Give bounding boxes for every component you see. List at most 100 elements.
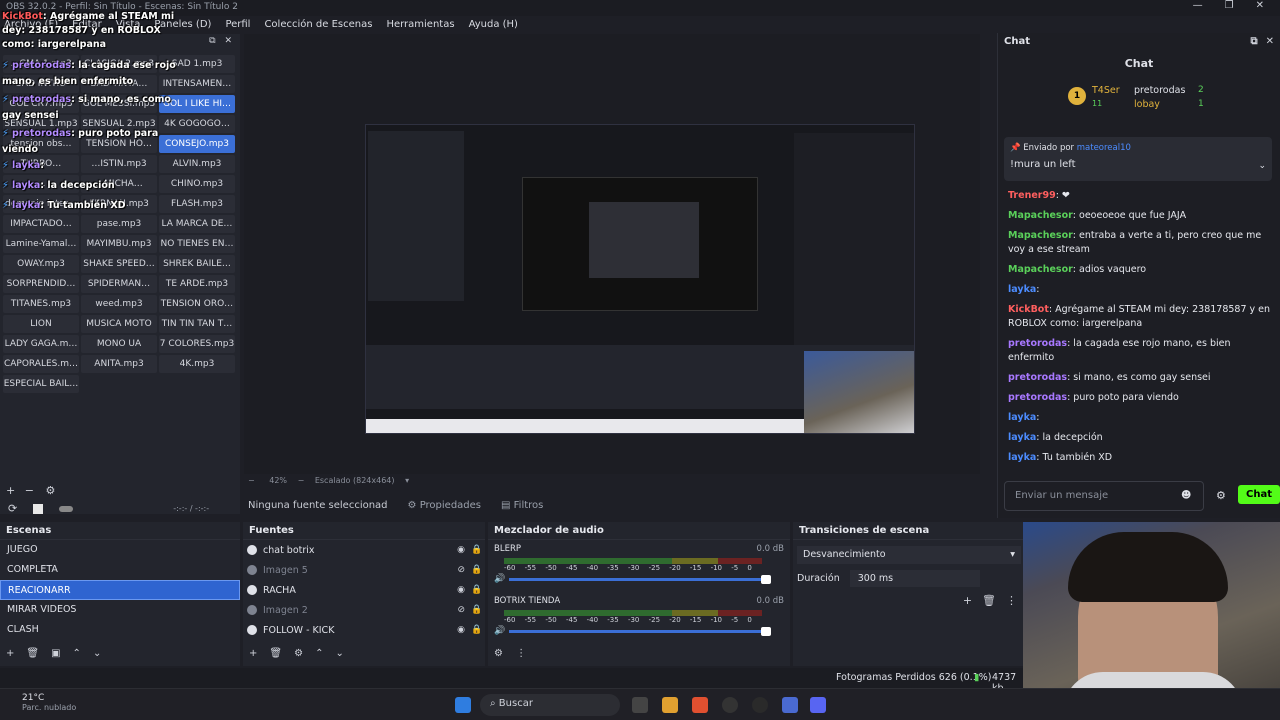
lock-icon[interactable]: 🔒 <box>471 605 485 615</box>
soundboard-button[interactable]: NO TIENES EN… <box>159 235 235 253</box>
chat-username[interactable]: Mapachesor <box>1008 210 1073 221</box>
gear-icon[interactable]: ⚙ <box>294 648 303 659</box>
refresh-icon[interactable]: ⟳ <box>8 502 17 515</box>
source-item[interactable]: RACHA ◉ 🔒 <box>243 580 485 600</box>
add-icon[interactable]: + <box>963 594 972 607</box>
chat-username[interactable]: layka <box>1008 432 1036 443</box>
soundboard-button[interactable]: Lamine-Yamal… <box>3 235 79 253</box>
chevron-up-icon[interactable]: ⌃ <box>315 648 323 659</box>
scene-item[interactable]: JUEGO <box>0 540 240 560</box>
lock-icon[interactable]: 🔒 <box>471 585 485 595</box>
chevron-down-icon[interactable]: ⌄ <box>1258 161 1266 171</box>
duration-input[interactable]: 300 ms <box>849 570 980 587</box>
soundboard-button[interactable]: LADY GAGA.m… <box>3 335 79 353</box>
source-item[interactable]: Imagen 5 ⊘ 🔒 <box>243 560 485 580</box>
soundboard-button[interactable]: TIN TIN TAN T… <box>159 315 235 333</box>
scaled-label[interactable]: Escalado (824x464) <box>315 476 395 485</box>
add-icon[interactable]: + <box>6 648 14 659</box>
slider-handle[interactable] <box>761 626 772 636</box>
gear-icon[interactable]: ⚙ <box>494 648 503 659</box>
soundboard-button[interactable]: CAPORALES.m… <box>3 355 79 373</box>
stop-icon[interactable] <box>33 503 44 514</box>
trash-icon[interactable]: 🗑 <box>26 648 39 659</box>
volume-slider[interactable] <box>509 574 772 584</box>
close-button[interactable]: ✕ <box>1256 0 1264 11</box>
soundboard-button[interactable]: ESPECIAL BAIL… <box>3 375 79 393</box>
soundboard-button[interactable]: MAYIMBU.mp3 <box>81 235 157 253</box>
chat-username[interactable]: Mapachesor <box>1008 230 1073 241</box>
soundboard-button[interactable]: MUSICA MOTO <box>81 315 157 333</box>
visibility-icon[interactable]: ◉ <box>457 545 465 555</box>
soundboard-button[interactable]: LION <box>3 315 79 333</box>
transition-select[interactable]: Desvanecimiento ▾ <box>797 546 1021 564</box>
lock-icon[interactable]: 🔒 <box>471 625 485 635</box>
trash-icon[interactable]: 🗑 <box>982 594 996 607</box>
filters-button[interactable]: ▤ Filtros <box>501 500 543 511</box>
chat-input[interactable]: Enviar un mensaje <box>1004 481 1204 511</box>
trash-icon[interactable]: 🗑 <box>269 648 282 659</box>
filter-icon[interactable]: ▣ <box>51 648 60 659</box>
zoom-out-icon[interactable]: − <box>298 476 305 485</box>
search-box[interactable]: ⌕ Buscar <box>480 694 620 716</box>
soundboard-button[interactable]: 7 COLORES.mp3 <box>159 335 235 353</box>
app-icon[interactable] <box>782 697 798 713</box>
scene-item[interactable]: CLASH <box>0 620 240 640</box>
soundboard-button[interactable]: SPIDERMAN… <box>81 275 157 293</box>
scene-item[interactable]: MIRAR VIDEOS <box>0 600 240 620</box>
pinned-message[interactable]: 📌 Enviado por mateoreal10 !mura un left … <box>1004 137 1272 181</box>
soundboard-button[interactable]: TENSION ORO… <box>159 295 235 313</box>
menu-tools[interactable]: Herramientas <box>386 19 454 30</box>
visibility-icon[interactable]: ◉ <box>457 625 465 635</box>
menu-scene-collection[interactable]: Colección de Escenas <box>264 19 372 30</box>
chat-username[interactable]: pretorodas <box>1008 392 1067 403</box>
preview-canvas[interactable] <box>365 124 915 434</box>
maximize-button[interactable]: ❐ <box>1225 0 1234 11</box>
soundboard-button[interactable]: 4K.mp3 <box>159 355 235 373</box>
windows-start-icon[interactable] <box>455 697 471 713</box>
chevron-down-icon[interactable]: ▾ <box>405 476 409 485</box>
add-icon[interactable]: + <box>6 484 15 497</box>
emoji-icon[interactable]: ☻ <box>1181 490 1191 501</box>
soundboard-button[interactable]: weed.mp3 <box>81 295 157 313</box>
soundboard-button[interactable]: MONO UA <box>81 335 157 353</box>
chat-username[interactable]: KickBot <box>1008 304 1049 315</box>
visibility-icon[interactable]: ◉ <box>457 585 465 595</box>
chat-username[interactable]: pretorodas <box>1008 338 1067 349</box>
chevron-down-icon[interactable]: ⌄ <box>335 648 343 659</box>
chat-username[interactable]: Mapachesor <box>1008 264 1073 275</box>
scene-item[interactable]: REACIONARR <box>0 580 240 600</box>
minimize-button[interactable]: — <box>1193 0 1203 11</box>
soundboard-button[interactable]: ANITA.mp3 <box>81 355 157 373</box>
properties-button[interactable]: ⚙ Propiedades <box>408 500 481 511</box>
soundboard-button[interactable]: SHAKE SPEED… <box>81 255 157 273</box>
discord-icon[interactable] <box>810 697 826 713</box>
soundboard-button[interactable]: TITANES.mp3 <box>3 295 79 313</box>
speaker-icon[interactable]: 🔊 <box>494 574 505 584</box>
close-dock-icon[interactable]: ✕ <box>1266 36 1274 48</box>
file-explorer-icon[interactable] <box>662 697 678 713</box>
chat-username[interactable]: layka <box>1008 412 1036 423</box>
scene-item[interactable]: COMPLETA <box>0 560 240 580</box>
toggle-icon[interactable] <box>59 505 74 512</box>
more-icon[interactable]: ⋮ <box>1006 594 1017 607</box>
chat-username[interactable]: pretorodas <box>1008 372 1067 383</box>
visibility-icon[interactable]: ⊘ <box>457 565 465 575</box>
soundboard-button[interactable]: TE ARDE.mp3 <box>159 275 235 293</box>
chat-username[interactable]: layka <box>1008 284 1036 295</box>
xbox-icon[interactable] <box>752 697 768 713</box>
source-item[interactable]: chat botrix ◉ 🔒 <box>243 540 485 560</box>
slider-handle[interactable] <box>761 574 772 584</box>
soundboard-button[interactable]: SORPRENDID… <box>3 275 79 293</box>
chevron-down-icon[interactable]: ⌄ <box>93 648 101 659</box>
gear-icon[interactable]: ⚙ <box>1216 489 1226 502</box>
brave-icon[interactable] <box>692 697 708 713</box>
gear-icon[interactable]: ⚙ <box>45 484 55 497</box>
lock-icon[interactable]: 🔒 <box>471 565 485 575</box>
send-chat-button[interactable]: Chat <box>1238 485 1280 504</box>
volume-slider[interactable] <box>509 626 772 636</box>
speaker-icon[interactable]: 🔊 <box>494 626 505 636</box>
menu-help[interactable]: Ayuda (H) <box>469 19 518 30</box>
chat-username[interactable]: layka <box>1008 452 1036 463</box>
weather-widget[interactable]: 21°C Parc. nublado <box>22 693 76 712</box>
more-icon[interactable]: ⋮ <box>516 648 526 659</box>
